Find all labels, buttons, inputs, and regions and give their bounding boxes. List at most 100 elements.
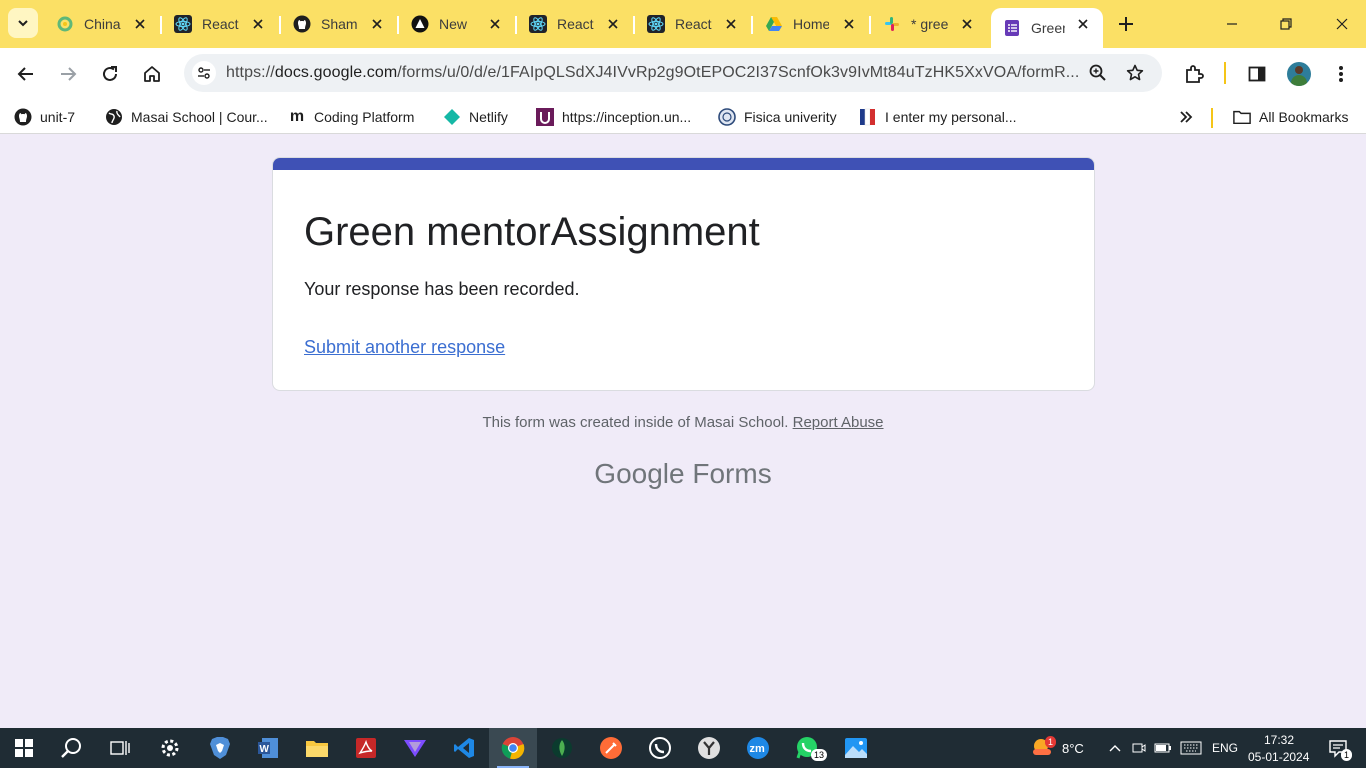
tab-drive-home[interactable]: Home	[753, 8, 869, 40]
word-app[interactable]: W	[244, 728, 292, 768]
clock[interactable]: 17:32 05-01-2024	[1246, 730, 1318, 766]
bookmarks-bar: unit-7 Masai School | Cour... m Coding P…	[0, 100, 1366, 134]
tab-github[interactable]: Sham	[281, 8, 397, 40]
chrome-app[interactable]	[489, 728, 537, 768]
reload-button[interactable]	[96, 60, 124, 88]
show-hidden-icons-button[interactable]	[1104, 728, 1126, 768]
acrobat-app[interactable]	[342, 728, 390, 768]
arrow-left-icon	[17, 67, 33, 81]
tab-title: China	[84, 16, 121, 32]
tab-title: React	[557, 16, 594, 32]
settings-app[interactable]	[146, 728, 194, 768]
bookmark-masai-school[interactable]: Masai School | Cour...	[105, 107, 268, 127]
photos-app[interactable]	[832, 728, 880, 768]
tab-react-2[interactable]: React	[517, 8, 633, 40]
search-button[interactable]	[48, 728, 96, 768]
whatsapp-desktop-app[interactable]	[636, 728, 684, 768]
side-panel-icon	[1248, 66, 1266, 82]
close-icon	[1336, 18, 1348, 30]
vscode-app[interactable]	[440, 728, 488, 768]
close-icon[interactable]	[605, 16, 621, 32]
vscode-icon	[454, 738, 474, 758]
close-window-button[interactable]	[1330, 12, 1354, 36]
card-accent-bar	[273, 158, 1094, 170]
slack-icon	[883, 15, 901, 33]
battery-icon[interactable]	[1152, 728, 1174, 768]
menu-button[interactable]	[1327, 60, 1355, 88]
tab-green-form[interactable]: Green	[991, 8, 1103, 48]
tab-new[interactable]: New	[399, 8, 515, 40]
extensions-button[interactable]	[1180, 60, 1208, 88]
home-button[interactable]	[138, 60, 166, 88]
tab-china[interactable]: China	[44, 8, 160, 40]
report-abuse-link[interactable]: Report Abuse	[793, 414, 884, 431]
bookmark-star-icon[interactable]	[1123, 61, 1147, 85]
tab-slack[interactable]: * gree	[871, 8, 987, 40]
postman-app[interactable]	[587, 728, 635, 768]
mongodb-compass-app[interactable]	[538, 728, 586, 768]
minimize-button[interactable]	[1220, 12, 1244, 36]
all-bookmarks-label: All Bookmarks	[1259, 109, 1349, 125]
whatsapp-app[interactable]: 13	[783, 728, 831, 768]
windows-taskbar: W zm 13 1 8°C ENG 17:32 05-01-2024 1	[0, 728, 1366, 768]
tab-strip: China React Sham New React React Home * …	[0, 0, 1366, 48]
double-chevron-right-icon	[1177, 108, 1195, 126]
submit-another-response-link[interactable]: Submit another response	[304, 337, 505, 358]
tab-search-button[interactable]	[8, 8, 38, 38]
close-icon[interactable]	[132, 16, 148, 32]
bookmark-coding-platform[interactable]: m Coding Platform	[288, 107, 415, 127]
browser-toolbar: https://docs.google.com/forms/u/0/d/e/1F…	[0, 48, 1366, 100]
confirmation-message: Your response has been recorded.	[304, 279, 580, 299]
close-icon[interactable]	[487, 16, 503, 32]
zoom-icon[interactable]	[1086, 61, 1110, 85]
flag-icon	[859, 108, 877, 126]
zoom-app[interactable]: zm	[734, 728, 782, 768]
bookmark-personal[interactable]: I enter my personal...	[859, 107, 1017, 127]
start-button[interactable]	[0, 728, 48, 768]
notifications-button[interactable]: 1	[1318, 728, 1358, 768]
close-icon[interactable]	[841, 16, 857, 32]
weather-temperature[interactable]: 8°C	[1062, 741, 1084, 756]
yandex-app[interactable]	[685, 728, 733, 768]
google-drive-icon	[765, 15, 783, 33]
all-bookmarks-button[interactable]: All Bookmarks	[1233, 107, 1348, 127]
language-indicator[interactable]: ENG	[1212, 741, 1238, 755]
back-button[interactable]	[12, 60, 40, 88]
url-text[interactable]: https://docs.google.com/forms/u/0/d/e/1F…	[226, 64, 1078, 82]
task-view-icon	[110, 741, 130, 755]
github-icon	[293, 15, 311, 33]
tab-react-1[interactable]: React	[162, 8, 278, 40]
task-view-button[interactable]	[96, 728, 144, 768]
kebab-menu-icon	[1339, 66, 1343, 82]
address-bar[interactable]: https://docs.google.com/forms/u/0/d/e/1F…	[184, 54, 1162, 92]
close-icon[interactable]	[250, 16, 266, 32]
china-loop-icon	[56, 15, 74, 33]
gear-icon	[161, 739, 179, 757]
google-forms-logo[interactable]: Google Forms	[0, 458, 1366, 490]
more-bookmarks-button[interactable]	[1177, 107, 1195, 127]
close-icon[interactable]	[1075, 16, 1091, 32]
forward-button[interactable]	[54, 60, 82, 88]
file-explorer-app[interactable]	[293, 728, 341, 768]
close-icon[interactable]	[723, 16, 739, 32]
bookmark-inception[interactable]: https://inception.un...	[536, 107, 691, 127]
bookmark-unit-7[interactable]: unit-7	[14, 107, 75, 127]
site-info-icon[interactable]	[192, 61, 216, 85]
profile-button[interactable]	[1285, 60, 1313, 88]
tab-title: New	[439, 16, 468, 32]
brave-app[interactable]	[196, 728, 244, 768]
new-tab-button[interactable]	[1114, 12, 1138, 36]
bookmark-fisica[interactable]: Fisica univerity	[718, 107, 837, 127]
tab-react-3[interactable]: React	[635, 8, 751, 40]
side-panel-button[interactable]	[1243, 60, 1271, 88]
bookmark-label: Netlify	[469, 109, 508, 125]
close-icon[interactable]	[369, 16, 385, 32]
close-icon[interactable]	[959, 16, 975, 32]
keyboard-icon[interactable]	[1178, 728, 1204, 768]
weather-widget-icon[interactable]: 1	[1025, 728, 1059, 768]
restore-button[interactable]	[1274, 12, 1298, 36]
meet-now-icon[interactable]	[1129, 728, 1149, 768]
tab-title: Home	[793, 16, 829, 32]
bookmark-netlify[interactable]: Netlify	[443, 107, 508, 127]
vpn-app[interactable]	[391, 728, 439, 768]
